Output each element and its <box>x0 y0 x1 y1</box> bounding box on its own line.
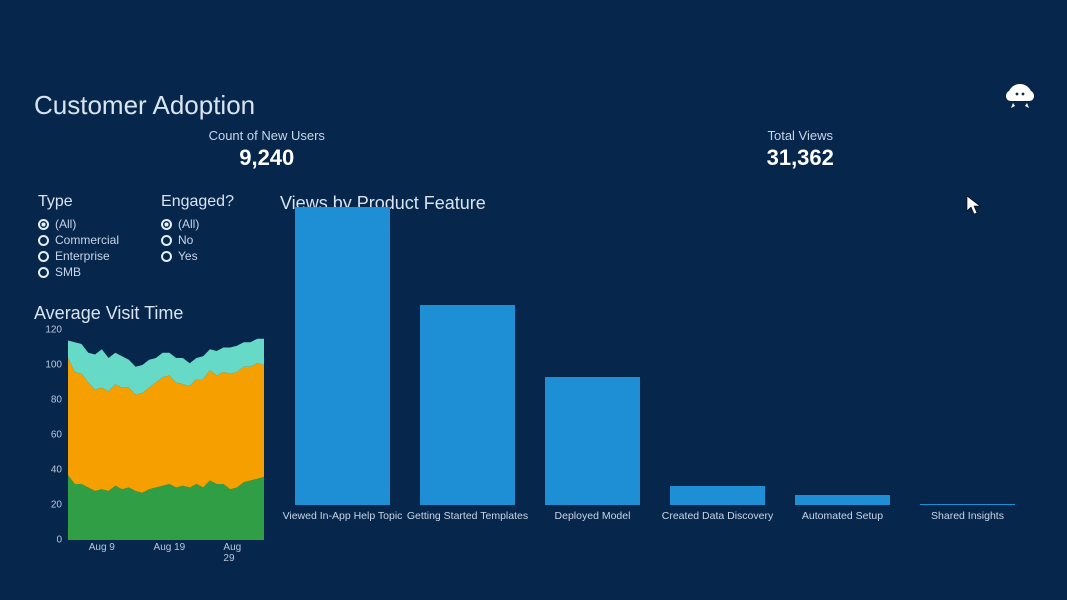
kpi-new-users: Count of New Users 9,240 <box>0 128 534 171</box>
bar-rect[interactable] <box>295 207 390 505</box>
page-title: Customer Adoption <box>34 90 255 121</box>
bar-rect[interactable] <box>795 495 890 505</box>
bar-x-label: Created Data Discovery <box>655 511 780 535</box>
radio-icon <box>161 235 172 246</box>
bar-x-label: Getting Started Templates <box>405 511 530 535</box>
bar-column: Shared Insights <box>905 504 1030 535</box>
cursor-icon <box>966 195 982 220</box>
filter-engaged-option[interactable]: (All) <box>161 217 234 231</box>
bar-column: Viewed In-App Help Topic <box>280 207 405 535</box>
kpi-total-views-label: Total Views <box>534 128 1067 143</box>
average-visit-time-chart[interactable]: 020406080100120 Aug 9Aug 19Aug 29 <box>34 330 264 560</box>
app-logo-icon <box>1003 80 1037 119</box>
filter-engaged-option[interactable]: Yes <box>161 249 234 263</box>
filter-engaged-option-label: Yes <box>178 249 198 263</box>
filter-type-option[interactable]: (All) <box>38 217 119 231</box>
filter-type-option-label: SMB <box>55 265 81 279</box>
kpi-new-users-label: Count of New Users <box>0 128 534 143</box>
radio-icon <box>38 267 49 278</box>
bar-column: Deployed Model <box>530 377 655 535</box>
radio-icon <box>161 219 172 230</box>
filter-type-option-label: Commercial <box>55 233 119 247</box>
bar-x-label: Viewed In-App Help Topic <box>280 511 405 535</box>
y-tick-label: 20 <box>51 500 62 511</box>
filter-engaged-option-label: No <box>178 233 193 247</box>
filter-engaged: Engaged? (All) No Yes <box>161 193 234 281</box>
bar-rect[interactable] <box>670 486 765 505</box>
bar-x-label: Shared Insights <box>905 511 1030 535</box>
bar-column: Created Data Discovery <box>655 486 780 535</box>
filter-type-option-label: (All) <box>55 217 76 231</box>
y-tick-label: 40 <box>51 465 62 476</box>
filter-type-option[interactable]: Enterprise <box>38 249 119 263</box>
bar-rect[interactable] <box>545 377 640 505</box>
filter-engaged-option-label: (All) <box>178 217 199 231</box>
average-visit-time-panel: Average Visit Time 0 20 40 60 80 100 120 Aug 9… <box>34 303 264 560</box>
filter-engaged-option[interactable]: No <box>161 233 234 247</box>
y-tick-label: 120 <box>45 325 62 336</box>
x-tick-label: Aug 19 <box>154 542 186 553</box>
filter-type-option[interactable]: SMB <box>38 265 119 279</box>
average-visit-time-title: Average Visit Time <box>34 303 264 324</box>
filter-type-option-label: Enterprise <box>55 249 110 263</box>
kpi-total-views-value: 31,362 <box>534 145 1067 171</box>
radio-icon <box>38 251 49 262</box>
filter-type-option[interactable]: Commercial <box>38 233 119 247</box>
kpi-total-views: Total Views 31,362 <box>534 128 1067 171</box>
x-tick-label: Aug 9 <box>89 542 115 553</box>
filter-type: Type (All) Commercial Enterprise SMB <box>38 193 119 281</box>
bar-x-label: Deployed Model <box>530 511 655 535</box>
kpi-new-users-value: 9,240 <box>0 145 534 171</box>
radio-icon <box>161 251 172 262</box>
y-tick-label: 0 <box>56 535 62 546</box>
bar-column: Automated Setup <box>780 495 905 535</box>
filter-engaged-label: Engaged? <box>161 193 234 211</box>
x-tick-label: Aug 29 <box>223 542 250 564</box>
radio-icon <box>38 219 49 230</box>
filters-panel: Type (All) Commercial Enterprise SMB Engage… <box>38 193 234 281</box>
views-by-feature-chart[interactable]: Viewed In-App Help TopicGetting Started … <box>280 225 1030 560</box>
bar-x-label: Automated Setup <box>780 511 905 535</box>
radio-icon <box>38 235 49 246</box>
bar-rect[interactable] <box>920 504 1015 505</box>
bar-column: Getting Started Templates <box>405 305 530 535</box>
filter-type-label: Type <box>38 193 119 211</box>
bar-rect[interactable] <box>420 305 515 505</box>
y-tick-label: 60 <box>51 430 62 441</box>
y-tick-label: 100 <box>45 360 62 371</box>
y-tick-label: 80 <box>51 395 62 406</box>
